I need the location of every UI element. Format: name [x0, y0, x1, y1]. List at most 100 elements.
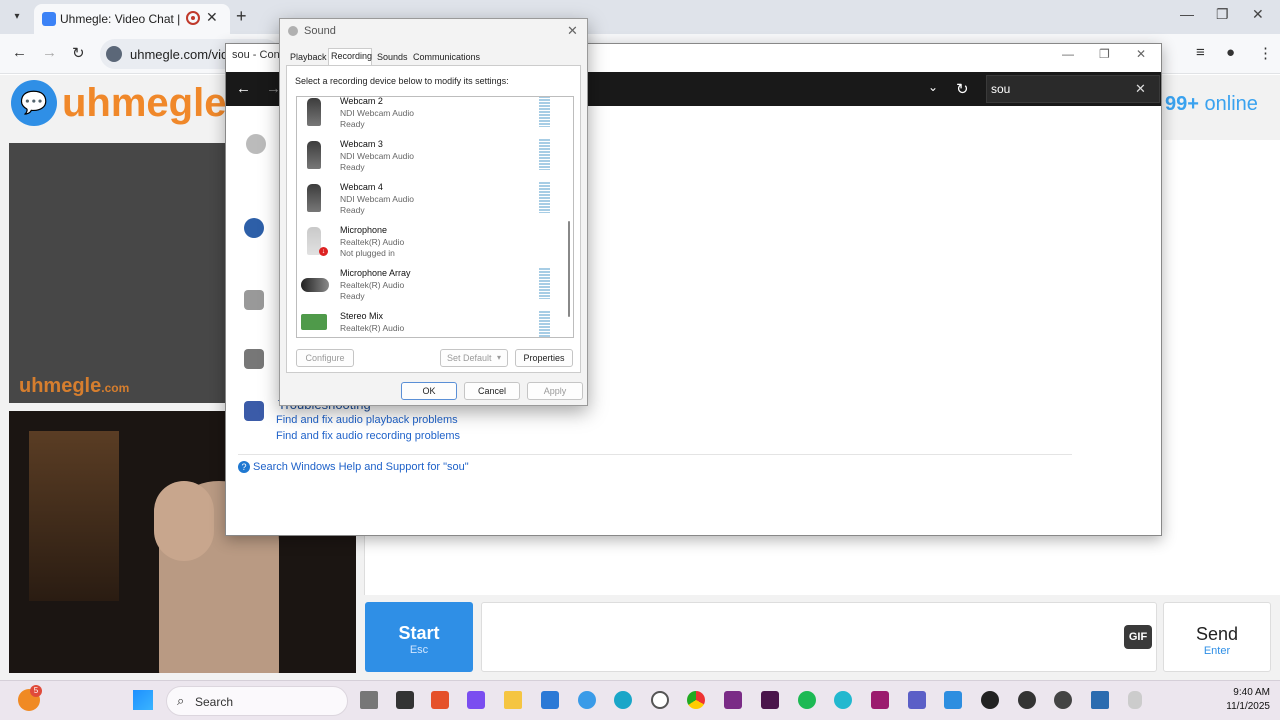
canva-icon[interactable]: [834, 691, 852, 709]
slack-icon[interactable]: [761, 691, 779, 709]
media-control-icon[interactable]: ≡: [1196, 44, 1205, 61]
control-panel-icon[interactable]: [1091, 691, 1109, 709]
cp-close-icon[interactable]: ✕: [1136, 47, 1146, 61]
configure-button[interactable]: Configure: [296, 349, 354, 367]
send-label: Send: [1195, 624, 1239, 644]
cp-history-dropdown-icon[interactable]: ⌄: [928, 80, 938, 94]
apply-button[interactable]: Apply: [527, 382, 583, 400]
scrollbar-thumb[interactable]: [568, 221, 570, 317]
device-item[interactable]: Webcam 2 NDI Webcam Audio Ready: [297, 97, 555, 140]
back-icon[interactable]: ←: [12, 44, 27, 61]
browser-tab-bar: ▾ Uhmegle: Video Chat | Rand ✕ + — ❐ ✕: [0, 0, 1280, 34]
reload-icon[interactable]: ↻: [72, 44, 85, 62]
cp-refresh-icon[interactable]: ↻: [956, 80, 969, 98]
maximize-icon[interactable]: ❐: [1216, 6, 1229, 23]
fix-playback-link[interactable]: Find and fix audio playback problems: [276, 414, 458, 426]
app-icon[interactable]: [871, 691, 889, 709]
cp-search-clear-icon[interactable]: ✕: [1135, 81, 1146, 97]
onenote-icon[interactable]: [724, 691, 742, 709]
device-name: Webcam 4: [340, 182, 383, 192]
device-name: Microphone: [340, 225, 388, 235]
teams-icon[interactable]: [908, 691, 926, 709]
device-item[interactable]: Stereo Mix Realtek(R) Audio: [297, 311, 555, 337]
spotify-icon[interactable]: [798, 691, 816, 709]
taskbar-date[interactable]: 11/1/2025: [1200, 701, 1270, 712]
app-icon[interactable]: [981, 691, 999, 709]
edge-icon[interactable]: [614, 691, 632, 709]
tab-playback[interactable]: Playback: [290, 52, 327, 62]
site-info-icon[interactable]: [106, 46, 122, 62]
microphone-icon: [307, 184, 321, 212]
forward-icon[interactable]: →: [42, 44, 57, 61]
taskbar-search-label: Search: [195, 695, 234, 709]
tab-sounds[interactable]: Sounds: [377, 52, 408, 62]
help-search-link[interactable]: ? Search Windows Help and Support for "so…: [238, 461, 469, 473]
set-default-dropdown-icon[interactable]: ▾: [497, 350, 501, 366]
mouse-icon[interactable]: [1128, 691, 1142, 709]
task-view-icon[interactable]: [360, 691, 378, 709]
start-label: Start: [398, 623, 440, 643]
store-icon[interactable]: [431, 691, 449, 709]
app-icon[interactable]: [944, 691, 962, 709]
cp-minimize-icon[interactable]: —: [1062, 47, 1074, 61]
tab-recording[interactable]: Recording: [331, 51, 372, 61]
outlook-icon[interactable]: [541, 691, 559, 709]
set-default-button[interactable]: Set Default ▾: [440, 349, 508, 367]
obs-icon[interactable]: [1018, 691, 1036, 709]
device-driver: Realtek(R) Audio: [340, 237, 405, 247]
device-status: Ready: [340, 162, 365, 172]
app-icon[interactable]: [1054, 691, 1072, 709]
taskbar-search[interactable]: ⌕ Search: [166, 686, 348, 716]
device-status: Ready: [340, 119, 365, 129]
cp-search-value: sou: [991, 82, 1011, 96]
tab-list-dropdown-icon[interactable]: ▾: [8, 8, 26, 26]
send-shortcut: Enter: [1203, 645, 1231, 657]
message-input[interactable]: GIF: [481, 602, 1157, 672]
new-tab-icon[interactable]: +: [236, 6, 247, 27]
not-plugged-in-badge-icon: ↓: [319, 247, 328, 256]
gif-button[interactable]: GIF: [1124, 625, 1152, 649]
device-status: Not plugged in: [340, 248, 395, 258]
uhmegle-logo-text: uhmegle: [62, 81, 227, 125]
level-meter: [539, 139, 550, 170]
profile-avatar[interactable]: ●: [1226, 44, 1235, 61]
sound-dialog-close-icon[interactable]: ✕: [567, 23, 578, 39]
stereo-mix-icon: [301, 314, 327, 330]
start-menu-icon[interactable]: [133, 690, 153, 710]
ok-button[interactable]: OK: [401, 382, 457, 400]
taskbar-time[interactable]: 9:40 AM: [1200, 687, 1270, 698]
notifications-icon[interactable]: 5: [18, 685, 42, 711]
tab-uhmegle[interactable]: Uhmegle: Video Chat | Rand ✕: [34, 4, 230, 34]
send-button[interactable]: Send Enter: [1163, 602, 1271, 672]
tab-communications[interactable]: Communications: [413, 52, 480, 62]
device-item[interactable]: ↓ Microphone Realtek(R) Audio Not plugge…: [297, 225, 555, 269]
device-item[interactable]: Microphone Array Realtek(R) Audio Ready: [297, 268, 555, 312]
device-item[interactable]: Webcam 4 NDI Webcam Audio Ready: [297, 182, 555, 226]
address-text: uhmegle.com/vide: [130, 47, 236, 62]
minimize-icon[interactable]: —: [1180, 6, 1194, 22]
browser-menu-icon[interactable]: ⋮: [1258, 44, 1273, 62]
clock-icon[interactable]: [651, 691, 669, 709]
close-window-icon[interactable]: ✕: [1252, 6, 1264, 23]
cp-search-input[interactable]: sou ✕: [986, 75, 1160, 103]
cp-maximize-icon[interactable]: ❐: [1099, 47, 1110, 61]
app-icon[interactable]: [396, 691, 414, 709]
device-name: Stereo Mix: [340, 311, 384, 321]
speaker-icon: [246, 134, 266, 154]
cp-back-icon[interactable]: ←: [236, 80, 251, 97]
video-background: [29, 431, 119, 601]
device-status: Ready: [340, 291, 365, 301]
stranger-video: uhmegle.com: [9, 143, 225, 403]
file-explorer-icon[interactable]: [504, 691, 522, 709]
properties-button[interactable]: Properties: [515, 349, 573, 367]
cancel-button[interactable]: Cancel: [464, 382, 520, 400]
chrome-icon[interactable]: [687, 691, 705, 709]
copilot-icon[interactable]: [467, 691, 485, 709]
fix-recording-link[interactable]: Find and fix audio recording problems: [276, 430, 460, 442]
start-button[interactable]: Start Esc: [365, 602, 473, 672]
app-icon[interactable]: [578, 691, 596, 709]
tab-close-icon[interactable]: ✕: [206, 9, 218, 26]
device-list-scrollbar[interactable]: [565, 97, 573, 337]
device-item[interactable]: Webcam 3 NDI Webcam Audio Ready: [297, 139, 555, 183]
device-driver: Realtek(R) Audio: [340, 280, 405, 290]
